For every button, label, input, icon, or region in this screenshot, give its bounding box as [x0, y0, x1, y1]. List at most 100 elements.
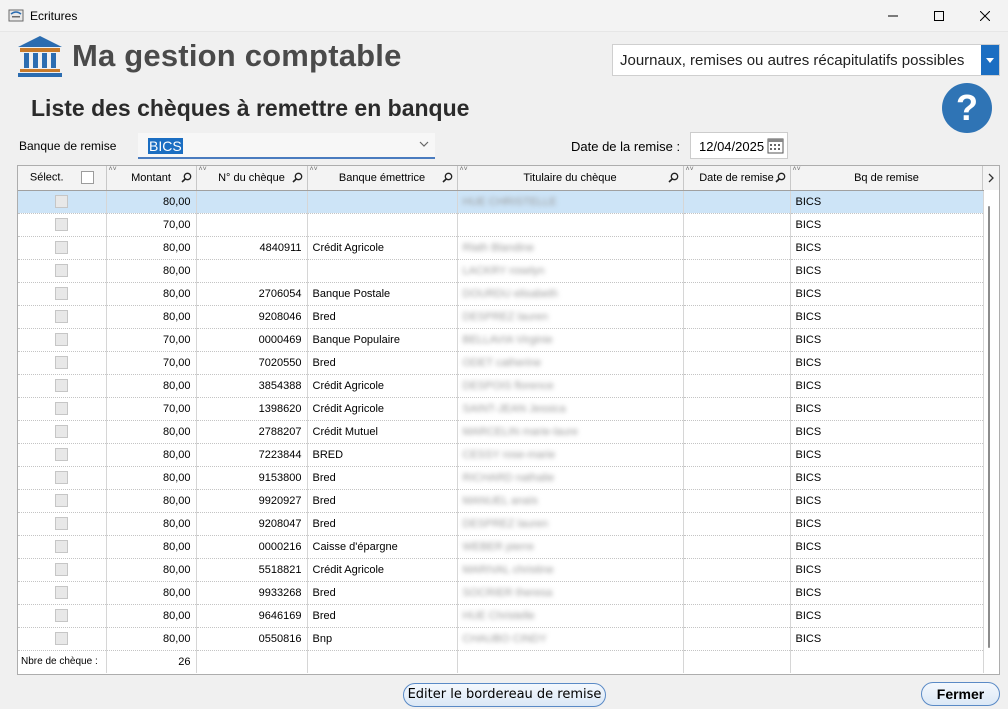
row-checkbox[interactable]	[55, 310, 69, 323]
row-select-cell	[18, 489, 107, 513]
banque-cell	[307, 259, 458, 283]
table-row[interactable]: 80,00 9208046 Bred DESPREZ lauren BICS	[18, 305, 984, 329]
fermer-button[interactable]: Fermer	[921, 682, 1000, 706]
row-checkbox[interactable]	[55, 609, 69, 622]
row-checkbox[interactable]	[55, 241, 69, 254]
table-row[interactable]: 80,00 0550816 Bnp CHAUBO CINDY BICS	[18, 627, 984, 651]
table-row[interactable]: 80,00 3854388 Crédit Agricole DESPOIS flore…	[18, 374, 984, 398]
sort-icon[interactable]: ˄˅	[460, 166, 468, 173]
chevron-down-icon[interactable]	[419, 141, 429, 147]
row-checkbox[interactable]	[55, 471, 69, 484]
help-button[interactable]: ?	[942, 83, 992, 133]
montant-cell: 80,00	[106, 558, 197, 582]
row-checkbox[interactable]	[55, 586, 69, 599]
search-icon[interactable]	[441, 172, 453, 183]
sort-icon[interactable]: ˄˅	[109, 166, 117, 173]
edit-bordereau-button[interactable]: Editer le bordereau de remise	[403, 683, 606, 707]
col-banque[interactable]: ˄˅ Banque émettrice	[307, 166, 458, 191]
banque-remise-label: Banque de remise	[19, 139, 117, 153]
row-checkbox[interactable]	[55, 540, 69, 553]
row-checkbox[interactable]	[55, 195, 69, 208]
col-montant[interactable]: ˄˅ Montant	[106, 166, 197, 191]
table-row[interactable]: 80,00 2706054 Banque Postale DOURDU elisabe…	[18, 282, 984, 306]
row-checkbox[interactable]	[55, 402, 69, 415]
titulaire-cell: HUE Christelle	[457, 604, 684, 628]
minimize-icon	[888, 15, 898, 17]
col-titulaire[interactable]: ˄˅ Titulaire du chèque	[457, 166, 684, 191]
table-row[interactable]: 80,00 0000216 Caisse d'épargne WEBER pierre…	[18, 535, 984, 559]
journal-select[interactable]: Journaux, remises ou autres récapitulati…	[612, 44, 1000, 76]
table-row[interactable]: 80,00 9920927 Bred MANUEL anaïs BICS	[18, 489, 984, 513]
col-select[interactable]: Sélect.	[18, 166, 107, 191]
sort-icon[interactable]: ˄˅	[199, 166, 207, 173]
table-row[interactable]: 80,00 LACKRY roselyn BICS	[18, 259, 984, 283]
vertical-scrollbar[interactable]	[988, 206, 990, 648]
banque-cell: Bred	[307, 466, 458, 490]
calendar-icon[interactable]	[767, 137, 784, 154]
row-checkbox[interactable]	[55, 448, 69, 461]
col-bq-remise[interactable]: ˄˅ Bq de remise	[790, 166, 984, 191]
row-checkbox[interactable]	[55, 379, 69, 392]
table-row[interactable]: 70,00 0000469 Banque Populaire BELLAVIA Vir…	[18, 328, 984, 352]
table-row[interactable]: 80,00 HUE CHRISTELLE BICS	[18, 190, 984, 214]
select-all-checkbox[interactable]	[80, 171, 94, 185]
table-row[interactable]: 80,00 7223844 BRED CESSY rose-marie BICS	[18, 443, 984, 467]
row-checkbox[interactable]	[55, 333, 69, 346]
table-row[interactable]: 80,00 4840911 Crédit Agricole Rlath Blandin…	[18, 236, 984, 260]
table-row[interactable]: 80,00 9646169 Bred HUE Christelle BICS	[18, 604, 984, 628]
titulaire-cell: Rlath Blandine	[457, 236, 684, 260]
banque-remise-select[interactable]: BICS	[138, 133, 435, 159]
bq-remise-cell: BICS	[790, 535, 984, 559]
row-checkbox[interactable]	[55, 264, 69, 277]
banque-cell: Bred	[307, 305, 458, 329]
maximize-button[interactable]	[916, 0, 962, 32]
row-checkbox[interactable]	[55, 356, 69, 369]
bq-remise-cell: BICS	[790, 581, 984, 605]
cheques-table: Sélect. ˄˅ Montant ˄˅ N° du chèque ˄˅ Ba…	[17, 165, 1000, 675]
sort-icon[interactable]: ˄˅	[793, 166, 801, 173]
row-checkbox[interactable]	[55, 563, 69, 576]
sort-icon[interactable]: ˄˅	[686, 166, 694, 173]
search-icon[interactable]	[180, 172, 192, 183]
row-checkbox[interactable]	[55, 494, 69, 507]
table-row[interactable]: 80,00 9933268 Bred SOCRIER theresa BICS	[18, 581, 984, 605]
table-row[interactable]: 80,00 9153800 Bred RICHARD nathalie BICS	[18, 466, 984, 490]
titulaire-cell: CESSY rose-marie	[457, 443, 684, 467]
close-window-button[interactable]	[962, 0, 1008, 32]
sort-icon[interactable]: ˄˅	[310, 166, 318, 173]
row-checkbox[interactable]	[55, 218, 69, 231]
table-row[interactable]: 80,00 9208047 Bred DESPREZ lauren BICS	[18, 512, 984, 536]
search-icon[interactable]	[667, 172, 679, 183]
table-row[interactable]: 80,00 2788207 Crédit Mutuel MARCELIN marie-…	[18, 420, 984, 444]
date-cell	[683, 374, 791, 398]
row-checkbox[interactable]	[55, 287, 69, 300]
row-checkbox[interactable]	[55, 632, 69, 645]
bq-remise-cell: BICS	[790, 558, 984, 582]
date-cell	[683, 420, 791, 444]
search-icon[interactable]	[291, 172, 303, 183]
date-remise-value: 12/04/2025	[699, 139, 765, 154]
footer-label: Nbre de chèque :	[18, 650, 107, 673]
col-date[interactable]: ˄˅ Date de remise	[683, 166, 791, 191]
numero-cell: 0000216	[196, 535, 308, 559]
col-numero[interactable]: ˄˅ N° du chèque	[196, 166, 308, 191]
table-header: Sélect. ˄˅ Montant ˄˅ N° du chèque ˄˅ Ba…	[18, 166, 984, 191]
scroll-right-button[interactable]	[982, 166, 999, 190]
table-row[interactable]: 70,00 7020550 Bred ODET catherine BICS	[18, 351, 984, 375]
table-row[interactable]: 70,00 BICS	[18, 213, 984, 237]
montant-cell: 80,00	[106, 443, 197, 467]
search-icon[interactable]	[774, 172, 786, 183]
row-checkbox[interactable]	[55, 517, 69, 530]
date-remise-input[interactable]: 12/04/2025	[690, 132, 788, 159]
montant-cell: 70,00	[106, 351, 197, 375]
chevron-down-icon[interactable]	[981, 45, 999, 75]
table-row[interactable]: 80,00 5518821 Crédit Agricole MARIVAL chris…	[18, 558, 984, 582]
minimize-button[interactable]	[870, 0, 916, 32]
montant-cell: 70,00	[106, 397, 197, 421]
table-row[interactable]: 70,00 1398620 Crédit Agricole SAINT-JEAN Je…	[18, 397, 984, 421]
bq-remise-cell: BICS	[790, 351, 984, 375]
date-cell	[683, 282, 791, 306]
montant-cell: 80,00	[106, 305, 197, 329]
row-checkbox[interactable]	[55, 425, 69, 438]
date-remise-label: Date de la remise :	[571, 139, 681, 154]
